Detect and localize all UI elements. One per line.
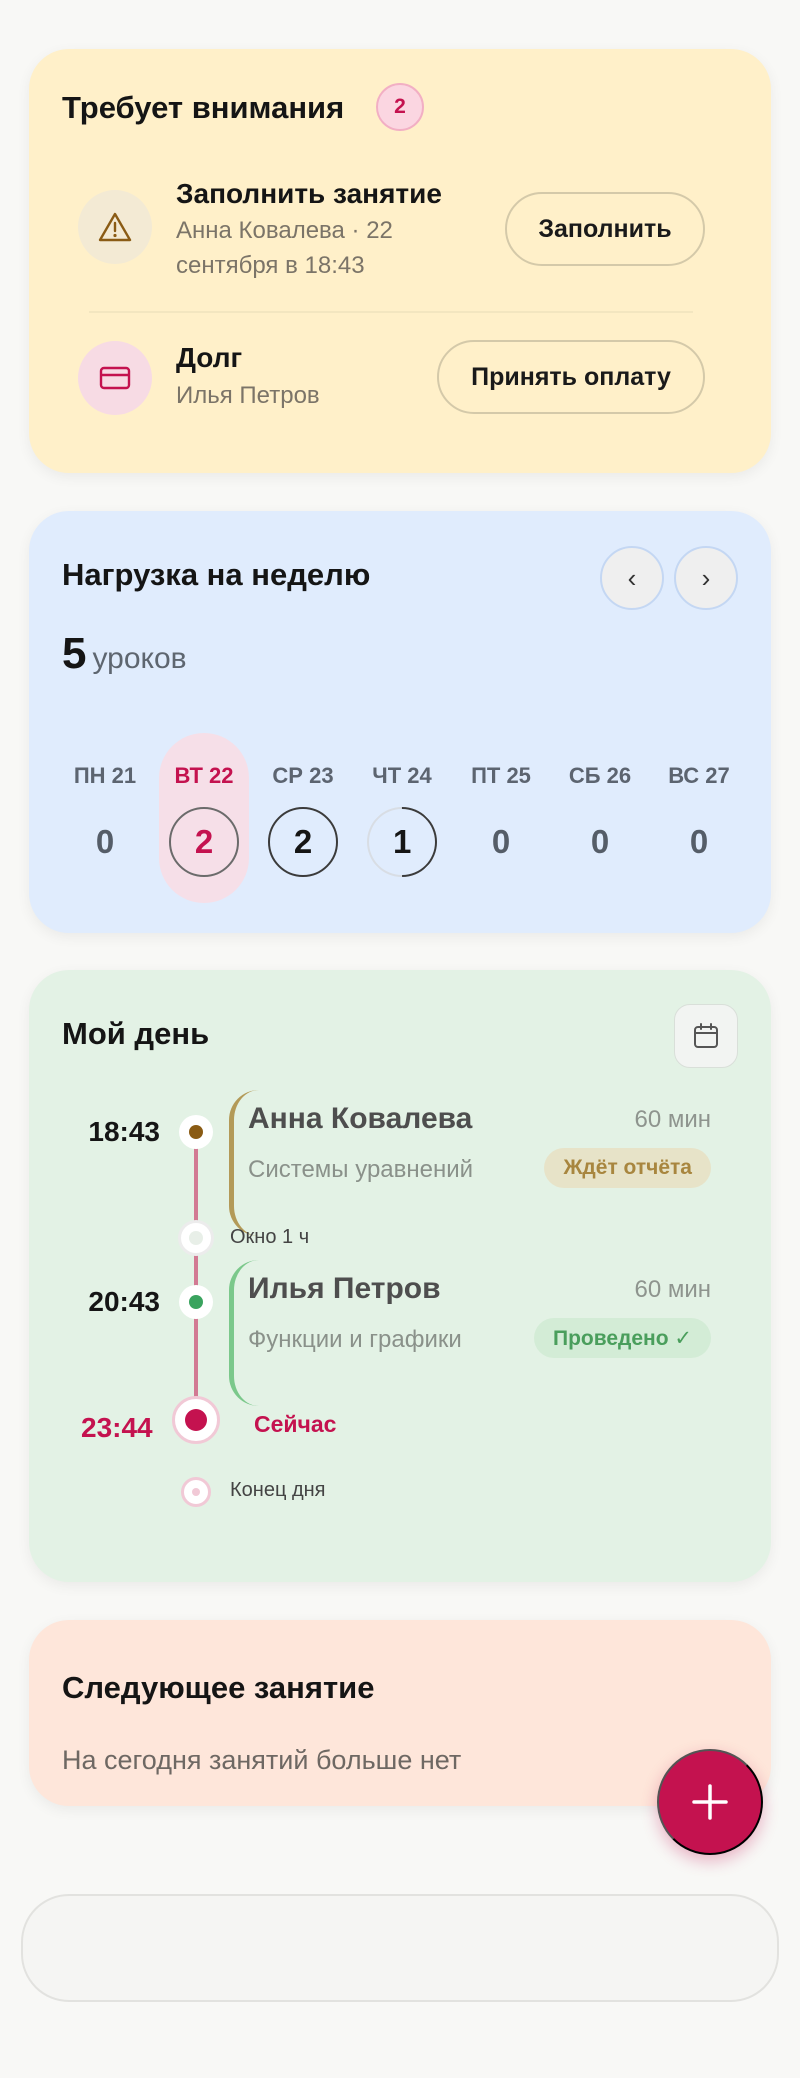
week-total: 5 уроков (62, 629, 187, 679)
week-load-card: Нагрузка на неделю ‹ › 5 уроков ПН 21 0 В… (29, 511, 771, 933)
plus-icon (692, 1784, 728, 1820)
day-count: 0 (95, 823, 115, 860)
week-total-unit: уроков (92, 642, 187, 675)
next-lesson-card: Следующее занятие На сегодня занятий бол… (29, 1620, 771, 1806)
day-count: 0 (491, 823, 511, 860)
timeline-line (194, 1122, 198, 1434)
day-label: ПТ 25 (471, 763, 531, 788)
fill-lesson-button[interactable]: Заполнить (505, 192, 705, 266)
card-icon (78, 341, 152, 415)
bottom-bar[interactable] (21, 1894, 779, 2002)
task-fill-lesson-title: Заполнить занятие (176, 178, 442, 209)
next-week-button[interactable]: › (674, 546, 738, 610)
gap-label: Окно 1 ч (230, 1226, 310, 1248)
now-time: 23:44 (81, 1412, 153, 1443)
calendar-icon (694, 1023, 718, 1048)
day-label: СБ 26 (568, 763, 632, 788)
day-mon[interactable]: ПН 21 0 (60, 733, 150, 903)
timeline-now-dot (172, 1396, 220, 1444)
day-tue[interactable]: ВТ 22 2 (159, 733, 249, 903)
now-label: Сейчас (254, 1411, 337, 1437)
day-fri[interactable]: ПТ 25 0 (456, 733, 546, 903)
day-label: ВТ 22 (174, 763, 234, 788)
next-lesson-title: Следующее занятие (62, 1670, 375, 1705)
end-of-day-label: Конец дня (230, 1479, 326, 1501)
lesson-card-1[interactable]: Анна Ковалева 60 мин Системы уравнений Ж… (229, 1090, 711, 1236)
lesson-card-2[interactable]: Илья Петров 60 мин Функции и графики Про… (229, 1260, 711, 1406)
day-count: 0 (689, 823, 709, 860)
lesson-1-topic: Системы уравнений (248, 1156, 474, 1183)
lesson-1-time: 18:43 (88, 1116, 160, 1147)
attention-card: Требует внимания 2 Заполнить занятие Анн… (29, 49, 771, 473)
next-lesson-text: На сегодня занятий больше нет (62, 1745, 462, 1775)
calendar-button[interactable] (674, 1004, 738, 1068)
day-wed[interactable]: СР 23 2 (258, 733, 348, 903)
day-sun[interactable]: ВС 27 0 (654, 733, 744, 903)
day-thu[interactable]: ЧТ 24 1 (352, 733, 452, 903)
day-label: ПН 21 (73, 763, 137, 788)
task-fill-lesson-subtitle-1: Анна Ковалева · 22 (176, 217, 393, 244)
timeline-dot-done (179, 1285, 213, 1319)
day-count: 2 (169, 807, 239, 877)
day-label: ВС 27 (668, 763, 730, 788)
lesson-1-status-badge: Ждёт отчёта (544, 1148, 711, 1188)
day-label: ЧТ 24 (372, 763, 432, 788)
my-day-card: Мой день 18:43 Анна Ковалева 60 мин Сист… (29, 970, 771, 1582)
day-label: СР 23 (272, 763, 334, 788)
task-debt-subtitle: Илья Петров (176, 382, 320, 409)
attention-divider (89, 311, 693, 313)
warning-icon (78, 190, 152, 264)
lesson-1-student: Анна Ковалева (248, 1102, 473, 1135)
day-count: 0 (590, 823, 610, 860)
my-day-title: Мой день (62, 1016, 210, 1051)
timeline-gap-dot (178, 1220, 214, 1256)
attention-count-badge: 2 (376, 83, 424, 131)
day-count: 2 (268, 807, 338, 877)
add-button[interactable] (657, 1749, 763, 1855)
timeline-end-dot (181, 1477, 211, 1507)
lesson-2-time: 20:43 (88, 1286, 160, 1317)
week-title: Нагрузка на неделю (62, 557, 371, 592)
accept-payment-button[interactable]: Принять оплату (437, 340, 705, 414)
lesson-2-status-badge: Проведено ✓ (533, 1318, 711, 1358)
task-debt-title: Долг (176, 342, 243, 373)
prev-week-button[interactable]: ‹ (600, 546, 664, 610)
task-fill-lesson-subtitle-2: сентября в 18:43 (176, 252, 365, 279)
week-total-count: 5 (62, 629, 87, 678)
lesson-2-duration: 60 мин (634, 1276, 711, 1303)
timeline-dot-pending (179, 1115, 213, 1149)
attention-title: Требует внимания (62, 90, 345, 125)
lesson-2-topic: Функции и графики (248, 1326, 462, 1353)
day-count: 1 (352, 792, 452, 892)
lesson-1-duration: 60 мин (634, 1106, 711, 1133)
lesson-2-student: Илья Петров (248, 1272, 441, 1305)
day-sat[interactable]: СБ 26 0 (555, 733, 645, 903)
